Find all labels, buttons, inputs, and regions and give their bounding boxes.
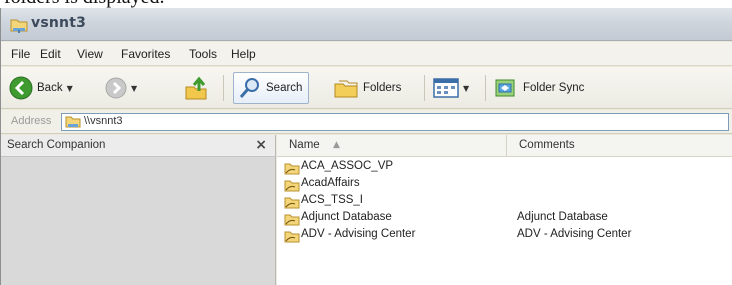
file-name: ADV - Advising Center [301, 228, 416, 240]
menu-view[interactable]: View [77, 47, 103, 61]
search-companion-header: Search Companion × [1, 135, 275, 157]
forward-arrow-icon [105, 77, 127, 99]
file-comment: Adjunct Database [517, 211, 608, 223]
file-name: ACS_TSS_I [301, 194, 363, 206]
address-input[interactable]: \\vsnnt3 [61, 113, 729, 131]
forward-dropdown-icon[interactable]: ▼ [131, 84, 137, 93]
search-companion-title: Search Companion [7, 139, 106, 151]
shared-folder-icon [284, 180, 300, 192]
content-area: Search Companion × Name ▲ Comments ACA_A… [1, 135, 732, 285]
file-name: ACA_ASSOC_VP [301, 160, 394, 172]
back-dropdown-icon[interactable]: ▼ [67, 84, 73, 93]
back-arrow-icon [9, 76, 33, 100]
menu-edit[interactable]: Edit [40, 47, 61, 61]
views-icon [433, 78, 459, 98]
file-name: Adjunct Database [301, 211, 392, 223]
toolbar-separator [223, 75, 224, 101]
file-list: Name ▲ Comments ACA_ASSOC_VP AcadAffairs… [277, 135, 732, 285]
back-button[interactable]: Back ▼ [9, 72, 73, 104]
shared-folder-icon [284, 214, 300, 226]
folders-label: Folders [363, 82, 402, 94]
column-comments-label: Comments [519, 139, 575, 151]
toolbar: Back ▼ ▼ Search Folders ▼ Folder Sync [1, 67, 732, 109]
list-item[interactable]: Adjunct Database Adjunct Database [277, 210, 732, 227]
title-bar[interactable]: vsnnt3 [1, 8, 732, 41]
file-comment: ADV - Advising Center [517, 228, 632, 240]
folder-sync-button[interactable]: Folder Sync [493, 72, 584, 104]
forward-button[interactable]: ▼ [105, 72, 137, 104]
up-folder-icon [185, 76, 207, 100]
explorer-window: vsnnt3 File Edit View Favorites Tools He… [0, 8, 732, 285]
views-button[interactable]: ▼ [433, 72, 469, 104]
address-label: Address [11, 115, 52, 127]
up-button[interactable] [183, 72, 209, 104]
search-label: Search [266, 82, 303, 94]
folder-sync-label: Folder Sync [523, 82, 585, 94]
network-folder-icon [65, 116, 81, 128]
folders-button[interactable]: Folders [333, 72, 401, 104]
network-folder-icon [10, 19, 28, 33]
document-text: folders is displayed. [0, 0, 732, 8]
list-item[interactable]: ADV - Advising Center ADV - Advising Cen… [277, 227, 732, 244]
column-header-comments[interactable]: Comments [507, 135, 732, 157]
column-name-label: Name [289, 139, 320, 151]
views-dropdown-icon[interactable]: ▼ [463, 84, 469, 93]
sort-ascending-icon: ▲ [333, 140, 340, 150]
window-title: vsnnt3 [31, 15, 87, 31]
shared-folder-icon [284, 231, 300, 243]
shared-folder-icon [284, 163, 300, 175]
address-value: \\vsnnt3 [84, 115, 123, 127]
address-bar: Address \\vsnnt3 [1, 110, 732, 134]
list-item[interactable]: ACS_TSS_I [277, 193, 732, 210]
menu-help[interactable]: Help [231, 47, 256, 61]
search-companion-pane: Search Companion × [1, 135, 276, 285]
toolbar-separator [424, 75, 425, 101]
toolbar-separator [485, 75, 486, 101]
menu-favorites[interactable]: Favorites [121, 47, 170, 61]
file-name: AcadAffairs [301, 177, 360, 189]
list-item[interactable]: ACA_ASSOC_VP [277, 159, 732, 176]
column-header-name[interactable]: Name ▲ [277, 135, 507, 157]
close-icon[interactable]: × [255, 137, 267, 153]
shared-folder-icon [284, 197, 300, 209]
folders-icon [334, 80, 358, 98]
back-label: Back [37, 82, 63, 94]
search-button[interactable]: Search [233, 72, 310, 104]
menu-tools[interactable]: Tools [189, 47, 217, 61]
menu-file[interactable]: File [11, 47, 30, 61]
menu-bar: File Edit View Favorites Tools Help [1, 42, 732, 66]
folder-sync-icon [495, 79, 515, 97]
search-magnifier-icon [239, 78, 259, 98]
list-item[interactable]: AcadAffairs [277, 176, 732, 193]
